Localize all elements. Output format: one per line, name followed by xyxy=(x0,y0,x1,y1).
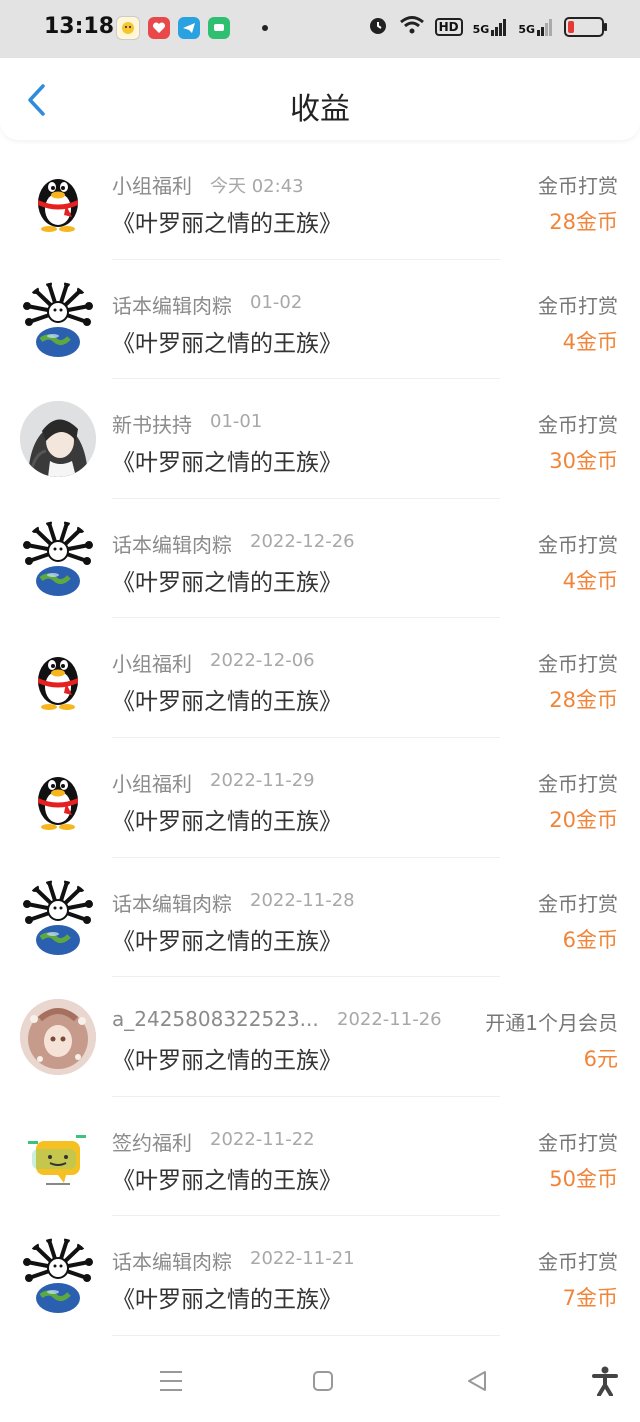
earning-type: 金币打赏 xyxy=(538,771,618,796)
wifi-icon xyxy=(399,15,425,39)
alarm-icon xyxy=(367,14,389,40)
earning-date: 2022-11-29 xyxy=(210,769,315,791)
home-square-icon xyxy=(313,1371,333,1391)
back-triangle-icon xyxy=(468,1371,486,1391)
sender-name: 小组福利 xyxy=(112,174,192,198)
earning-row[interactable]: 话本编辑肉粽 01-02 《叶罗丽之情的王族》 金币打赏 4金币 xyxy=(0,260,640,380)
header: 收益 xyxy=(0,58,640,140)
earning-row[interactable]: 小组福利 2022-11-29 《叶罗丽之情的王族》 金币打赏 20金币 xyxy=(0,738,640,858)
earning-type: 金币打赏 xyxy=(538,1130,618,1155)
sender-name: a_2425808322523... xyxy=(112,1007,319,1032)
work-title: 《叶罗丽之情的王族》 xyxy=(112,330,342,357)
avatar[interactable] xyxy=(20,1119,96,1195)
status-bar: 13:18 HD 5G 5G xyxy=(0,0,640,58)
work-title: 《叶罗丽之情的王族》 xyxy=(112,450,342,477)
earning-row[interactable]: 小组福利 今天 02:43 《叶罗丽之情的王族》 金币打赏 28金币 xyxy=(0,140,640,260)
earning-amount: 7金币 xyxy=(562,1286,618,1311)
earning-type: 金币打赏 xyxy=(538,293,618,318)
earning-date: 01-01 xyxy=(210,411,263,433)
work-title: 《叶罗丽之情的王族》 xyxy=(112,689,342,716)
work-title: 《叶罗丽之情的王族》 xyxy=(112,211,342,237)
earning-date: 2022-12-06 xyxy=(210,650,315,672)
work-title: 《叶罗丽之情的王族》 xyxy=(112,1048,342,1075)
menu-icon xyxy=(160,1371,182,1391)
app-notification-icon xyxy=(116,16,140,40)
earning-date: 2022-11-26 xyxy=(337,1009,442,1031)
page-title: 收益 xyxy=(290,92,350,127)
5g-signal-icon-2: 5G xyxy=(518,18,554,36)
hd-icon: HD xyxy=(434,18,463,36)
earning-row[interactable]: 话本编辑肉粽 2022-11-21 《叶罗丽之情的王族》 金币打赏 7金币 xyxy=(0,1216,640,1336)
earning-amount: 20金币 xyxy=(549,807,618,832)
earning-amount: 28金币 xyxy=(549,688,618,713)
earning-date: 2022-12-26 xyxy=(250,530,355,552)
sender-name: 话本编辑肉粽 xyxy=(112,293,232,318)
work-title: 《叶罗丽之情的王族》 xyxy=(112,808,342,835)
sender-name: 话本编辑肉粽 xyxy=(112,532,232,557)
accessibility-button[interactable] xyxy=(590,1366,620,1396)
work-title: 《叶罗丽之情的王族》 xyxy=(112,1287,342,1314)
earning-type: 金币打赏 xyxy=(538,1250,618,1275)
avatar[interactable] xyxy=(20,401,96,478)
back-nav-button[interactable] xyxy=(462,1366,492,1396)
earning-date: 2022-11-22 xyxy=(210,1128,315,1150)
earning-date: 2022-11-21 xyxy=(250,1248,355,1270)
earning-type: 金币打赏 xyxy=(538,413,618,438)
earning-row[interactable]: 小组福利 2022-12-06 《叶罗丽之情的王族》 金币打赏 28金币 xyxy=(0,618,640,738)
avatar[interactable] xyxy=(20,999,96,1076)
avatar[interactable] xyxy=(20,281,96,358)
earning-type: 金币打赏 xyxy=(538,891,618,916)
sender-name: 新书扶持 xyxy=(112,413,192,438)
earning-amount: 6元 xyxy=(583,1047,618,1072)
avatar[interactable] xyxy=(20,760,96,836)
system-icons: HD 5G 5G xyxy=(367,14,607,40)
avatar[interactable] xyxy=(20,1238,96,1314)
work-title: 《叶罗丽之情的王族》 xyxy=(112,928,342,955)
status-time: 13:18 xyxy=(44,14,115,39)
earning-amount: 30金币 xyxy=(549,449,618,474)
earning-amount: 6金币 xyxy=(562,927,618,952)
5g-signal-icon: 5G xyxy=(473,18,509,36)
earnings-list: 小组福利 今天 02:43 《叶罗丽之情的王族》 金币打赏 28金币 话本编辑肉粽 01-0… xyxy=(0,140,640,1336)
earning-row[interactable]: 话本编辑肉粽 2022-11-28 《叶罗丽之情的王族》 金币打赏 6金币 xyxy=(0,858,640,978)
earning-type: 金币打赏 xyxy=(538,652,618,677)
sender-name: 话本编辑肉粽 xyxy=(112,891,232,916)
sender-name: 小组福利 xyxy=(112,652,192,677)
earning-date: 01-02 xyxy=(250,291,303,313)
earning-date: 2022-11-28 xyxy=(250,889,355,911)
avatar[interactable] xyxy=(20,162,96,238)
earning-type: 金币打赏 xyxy=(538,532,618,557)
avatar[interactable] xyxy=(20,640,96,716)
earning-amount: 4金币 xyxy=(562,329,618,354)
sender-name: 签约福利 xyxy=(112,1130,192,1155)
earning-amount: 28金币 xyxy=(549,210,618,234)
chat-app-icon xyxy=(208,17,230,39)
work-title: 《叶罗丽之情的王族》 xyxy=(112,569,342,596)
telegram-icon xyxy=(178,17,200,39)
earning-amount: 4金币 xyxy=(562,568,618,593)
earning-amount: 50金币 xyxy=(549,1166,618,1191)
sender-name: 话本编辑肉粽 xyxy=(112,1250,232,1275)
avatar[interactable] xyxy=(20,879,96,956)
earning-type: 开通1个月会员 xyxy=(485,1011,618,1036)
menu-button[interactable] xyxy=(156,1366,186,1396)
sender-name: 小组福利 xyxy=(112,771,192,796)
earning-type: 金币打赏 xyxy=(538,174,618,198)
heart-app-icon xyxy=(148,17,170,39)
battery-icon xyxy=(564,17,607,37)
battery-level xyxy=(568,21,574,33)
earning-date: 今天 02:43 xyxy=(210,176,304,197)
more-notifications-dot xyxy=(262,25,268,31)
earning-row[interactable]: a_2425808322523... 2022-11-26 《叶罗丽之情的王族》 开通… xyxy=(0,977,640,1097)
row-divider xyxy=(112,1334,500,1336)
home-button[interactable] xyxy=(308,1366,338,1396)
notification-icons xyxy=(116,16,268,40)
earning-row[interactable]: 签约福利 2022-11-22 《叶罗丽之情的王族》 金币打赏 50金币 xyxy=(0,1097,640,1217)
work-title: 《叶罗丽之情的王族》 xyxy=(112,1167,342,1194)
earning-row[interactable]: 新书扶持 01-01 《叶罗丽之情的王族》 金币打赏 30金币 xyxy=(0,379,640,499)
navigation-bar xyxy=(0,1340,640,1422)
earning-row[interactable]: 话本编辑肉粽 2022-12-26 《叶罗丽之情的王族》 金币打赏 4金币 xyxy=(0,499,640,619)
avatar[interactable] xyxy=(20,520,96,597)
accessibility-icon xyxy=(592,1366,618,1396)
